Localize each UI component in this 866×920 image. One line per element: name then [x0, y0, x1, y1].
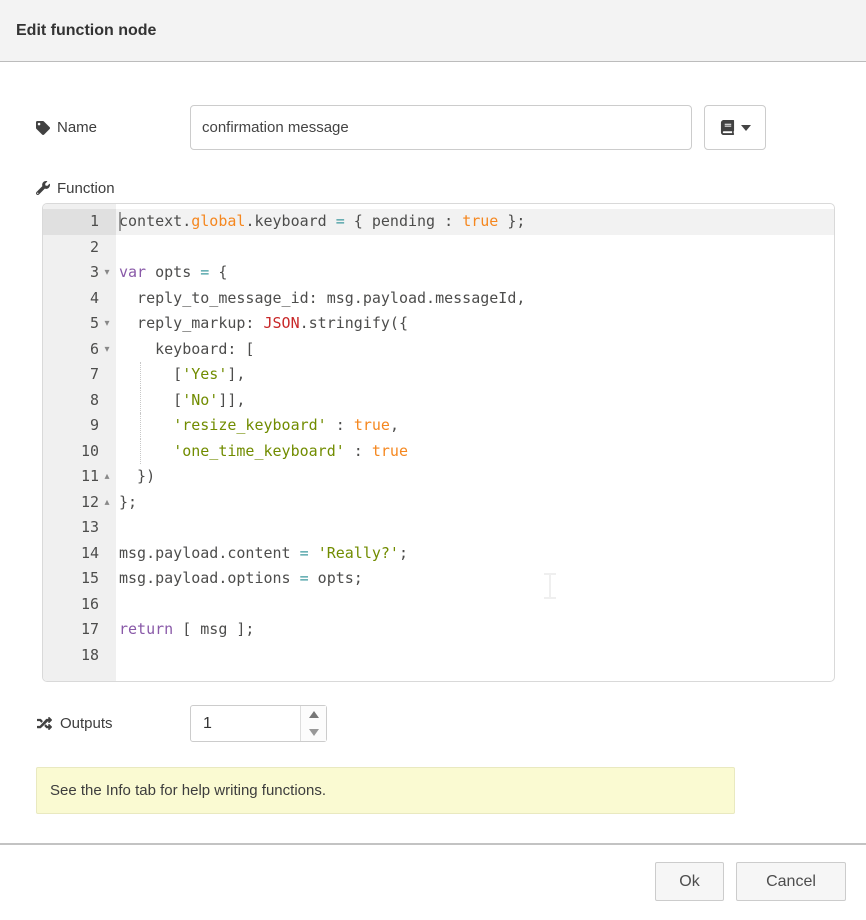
code-text: msg.payload.content = 'Really?';: [116, 541, 834, 567]
code-text: };: [116, 490, 834, 516]
line-number: 18: [43, 643, 116, 669]
function-label-text: Function: [57, 180, 115, 197]
code-text: 'resize_keyboard' : true,: [116, 413, 834, 439]
ok-button[interactable]: Ok: [655, 862, 724, 901]
code-text: [116, 592, 834, 618]
fold-open-icon[interactable]: ▾: [100, 311, 114, 337]
code-line-12[interactable]: 12▴};: [43, 490, 834, 516]
code-line-5[interactable]: 5▾ reply_markup: JSON.stringify({: [43, 311, 834, 337]
dialog-title: Edit function node: [16, 22, 156, 40]
function-code-editor[interactable]: 1context.global.keyboard = { pending : t…: [42, 203, 835, 682]
dialog-body: Name Function 1context.global.keyboard =…: [0, 105, 866, 814]
indent-guide: [140, 439, 141, 465]
code-text: [116, 643, 834, 669]
code-line-3[interactable]: 3▾var opts = {: [43, 260, 834, 286]
library-button[interactable]: [704, 105, 766, 150]
wrench-icon: [36, 181, 50, 195]
code-text: context.global.keyboard = { pending : tr…: [116, 209, 834, 235]
fold-open-icon[interactable]: ▾: [100, 337, 114, 363]
name-label-text: Name: [57, 119, 97, 136]
code-line-6[interactable]: 6▾ keyboard: [: [43, 337, 834, 363]
line-number: 14: [43, 541, 116, 567]
code-line-10[interactable]: 10 'one_time_keyboard' : true: [43, 439, 834, 465]
outputs-label-text: Outputs: [60, 715, 113, 732]
line-number: 10: [43, 439, 116, 465]
spinner-up-button[interactable]: [301, 706, 326, 724]
code-text: reply_to_message_id: msg.payload.message…: [116, 286, 834, 312]
code-line-9[interactable]: 9 'resize_keyboard' : true,: [43, 413, 834, 439]
line-number: 6▾: [43, 337, 116, 363]
indent-guide: [140, 362, 141, 388]
code-text: 'one_time_keyboard' : true: [116, 439, 834, 465]
outputs-row: Outputs: [36, 705, 830, 742]
arrow-up-icon: [309, 711, 319, 718]
line-number: 9: [43, 413, 116, 439]
code-text: ['Yes'],: [116, 362, 834, 388]
line-number: 11▴: [43, 464, 116, 490]
info-tip: See the Info tab for help writing functi…: [36, 767, 735, 814]
line-number: 15: [43, 566, 116, 592]
code-text: msg.payload.options = opts;: [116, 566, 834, 592]
line-number: 7: [43, 362, 116, 388]
outputs-input[interactable]: [191, 706, 300, 741]
code-line-8[interactable]: 8 ['No']],: [43, 388, 834, 414]
line-number: 5▾: [43, 311, 116, 337]
name-input[interactable]: [190, 105, 692, 150]
code-line-1[interactable]: 1context.global.keyboard = { pending : t…: [43, 209, 834, 235]
tag-icon: [36, 121, 50, 135]
code-line-15[interactable]: 15msg.payload.options = opts;: [43, 566, 834, 592]
code-line-13[interactable]: 13: [43, 515, 834, 541]
outputs-label: Outputs: [36, 715, 190, 732]
code-text: return [ msg ];: [116, 617, 834, 643]
code-line-16[interactable]: 16: [43, 592, 834, 618]
code-text: var opts = {: [116, 260, 834, 286]
name-row: Name: [36, 105, 830, 150]
code-line-4[interactable]: 4 reply_to_message_id: msg.payload.messa…: [43, 286, 834, 312]
book-icon: [720, 120, 735, 135]
code-text: }): [116, 464, 834, 490]
caret-down-icon: [741, 125, 751, 131]
code-line-14[interactable]: 14msg.payload.content = 'Really?';: [43, 541, 834, 567]
line-number: 12▴: [43, 490, 116, 516]
code-line-7[interactable]: 7 ['Yes'],: [43, 362, 834, 388]
line-number: 17: [43, 617, 116, 643]
fold-close-icon[interactable]: ▴: [100, 490, 114, 516]
code-line-18[interactable]: 18: [43, 643, 834, 669]
line-number: 2: [43, 235, 116, 261]
info-tip-text: See the Info tab for help writing functi…: [50, 782, 326, 799]
code-text: reply_markup: JSON.stringify({: [116, 311, 834, 337]
fold-close-icon[interactable]: ▴: [100, 464, 114, 490]
outputs-spinner: [190, 705, 327, 742]
cancel-button[interactable]: Cancel: [736, 862, 846, 901]
line-number: 3▾: [43, 260, 116, 286]
dialog-footer: Ok Cancel: [0, 845, 866, 901]
code-line-2[interactable]: 2: [43, 235, 834, 261]
code-text: [116, 235, 834, 261]
function-label: Function: [36, 178, 830, 198]
line-number: 1: [43, 209, 116, 235]
indent-guide: [140, 413, 141, 439]
edit-function-dialog: Edit function node Name Function 1contex…: [0, 0, 866, 920]
name-label: Name: [36, 119, 190, 136]
line-number: 13: [43, 515, 116, 541]
code-line-17[interactable]: 17return [ msg ];: [43, 617, 834, 643]
indent-guide: [140, 388, 141, 414]
code-text: keyboard: [: [116, 337, 834, 363]
fold-open-icon[interactable]: ▾: [100, 260, 114, 286]
spinner-buttons: [300, 706, 326, 741]
code-text: [116, 515, 834, 541]
line-number: 8: [43, 388, 116, 414]
code-text: ['No']],: [116, 388, 834, 414]
line-number: 4: [43, 286, 116, 312]
arrow-down-icon: [309, 729, 319, 736]
dialog-header: Edit function node: [0, 0, 866, 62]
shuffle-icon: [36, 716, 53, 731]
code-line-11[interactable]: 11▴ }): [43, 464, 834, 490]
spinner-down-button[interactable]: [301, 724, 326, 742]
line-number: 16: [43, 592, 116, 618]
